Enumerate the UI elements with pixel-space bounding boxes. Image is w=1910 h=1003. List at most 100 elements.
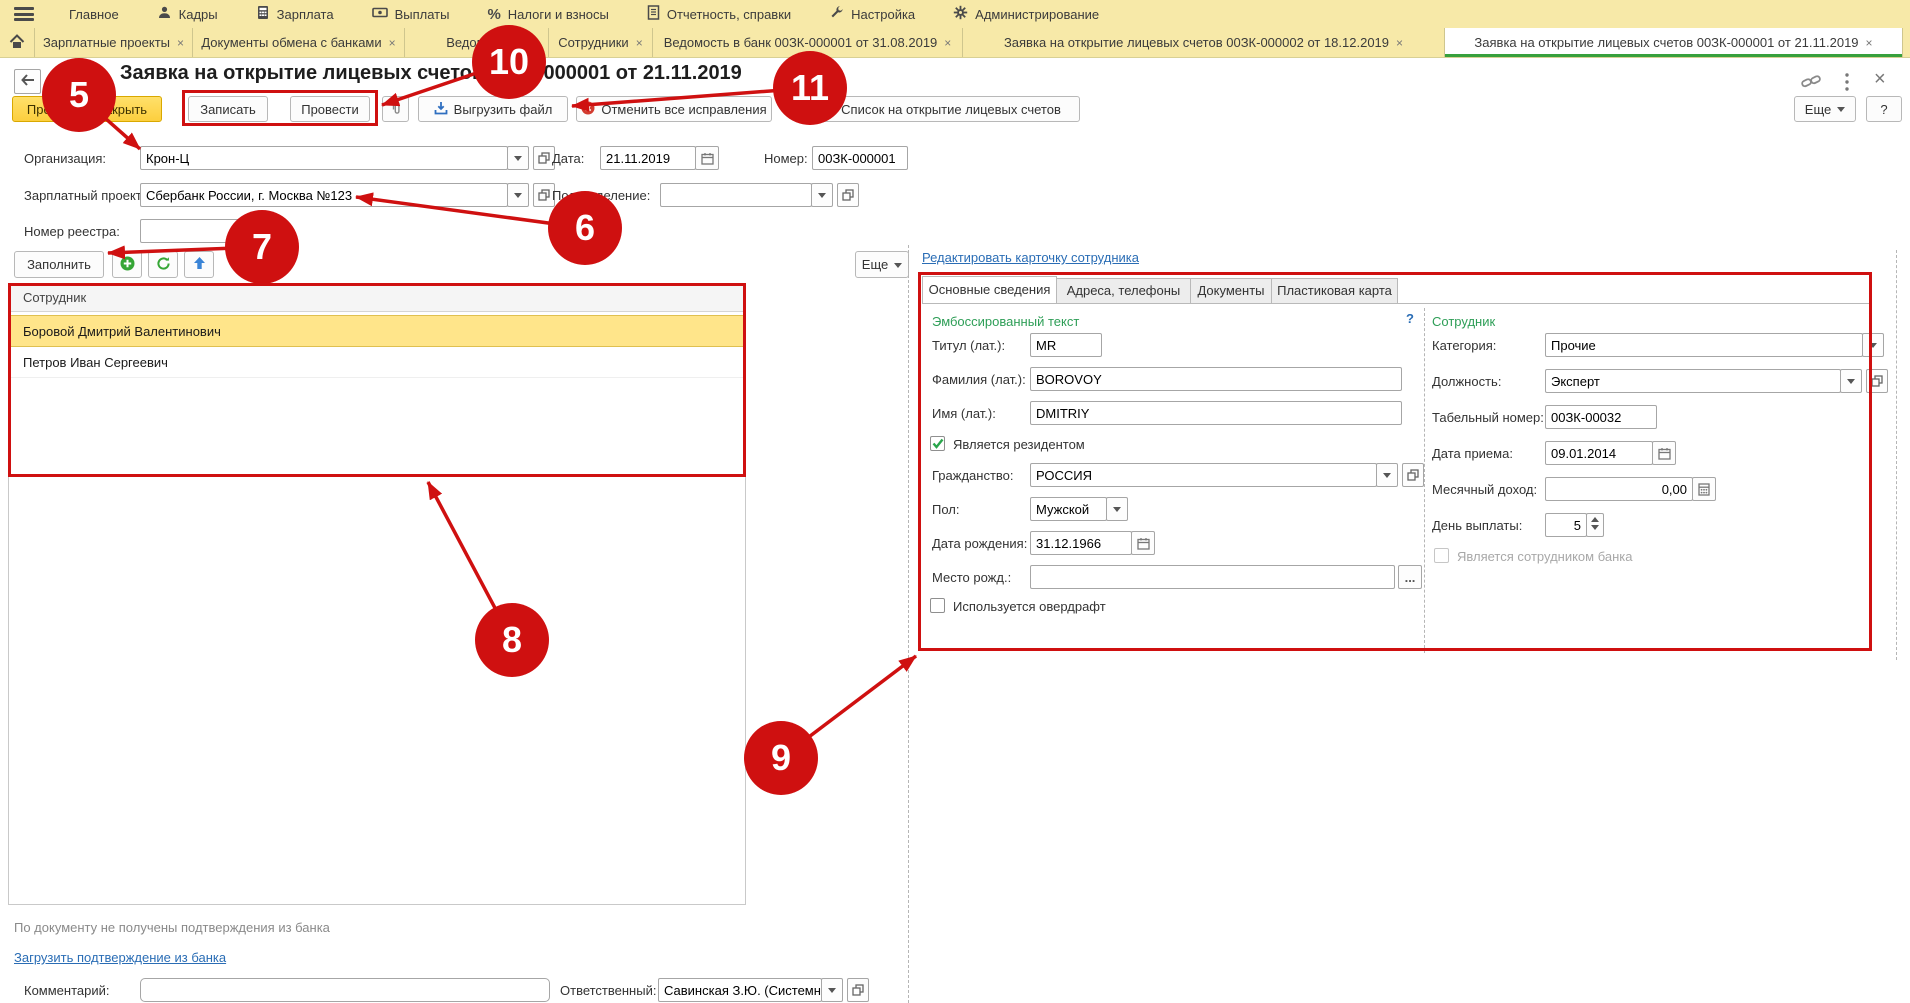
hire-date-calendar-button[interactable] (1652, 441, 1676, 465)
back-button[interactable] (14, 69, 41, 94)
menu-item-zarplata[interactable]: Зарплата (237, 0, 353, 28)
birthplace-field[interactable] (1030, 565, 1395, 589)
post-and-close-button[interactable]: Провести и закрыть (12, 96, 162, 122)
chain-icon[interactable] (1800, 72, 1822, 95)
close-icon[interactable]: × (1396, 36, 1403, 50)
birthdate-field[interactable]: 31.12.1966 (1030, 531, 1132, 555)
organization-dropdown-button[interactable] (507, 146, 529, 170)
close-icon[interactable]: × (636, 36, 643, 50)
menu-item-nastroika[interactable]: Настройка (810, 0, 934, 28)
menu-item-vyplaty[interactable]: Выплаты (353, 0, 469, 28)
tab-zarplatnye-proekty[interactable]: Зарплатные проекты× (35, 28, 193, 57)
hamburger-icon[interactable] (14, 7, 34, 21)
monthly-income-calculator-button[interactable] (1692, 477, 1716, 501)
close-icon[interactable]: × (389, 36, 396, 50)
department-field[interactable] (660, 183, 812, 207)
tab-zayavka-000001-active[interactable]: Заявка на открытие лицевых счетов 00ЗК-0… (1445, 28, 1903, 57)
registry-number-field[interactable] (140, 219, 252, 243)
citizenship-open-button[interactable] (1402, 463, 1424, 487)
tab-dokumenty-obmena[interactable]: Документы обмена с банками× (193, 28, 405, 57)
close-window-icon[interactable]: × (1874, 68, 1886, 91)
resident-checkbox[interactable] (930, 436, 945, 451)
tab-zayavka-000002[interactable]: Заявка на открытие лицевых счетов 00ЗК-0… (963, 28, 1445, 57)
organization-field[interactable]: Крон-Ц (140, 146, 508, 170)
hire-date-field[interactable]: 09.01.2014 (1545, 441, 1653, 465)
tab-main-info[interactable]: Основные сведения (922, 276, 1057, 304)
category-field[interactable]: Прочие (1545, 333, 1863, 357)
lastname-lat-field[interactable]: BOROVOY (1030, 367, 1402, 391)
list-more-button[interactable]: Еще (855, 251, 909, 278)
title-lat-field[interactable]: MR (1030, 333, 1102, 357)
menu-item-kadry[interactable]: Кадры (138, 0, 237, 28)
number-field[interactable]: 00ЗК-000001 (812, 146, 908, 170)
table-row[interactable]: Петров Иван Сергеевич (9, 347, 745, 378)
responsible-open-button[interactable] (847, 978, 869, 1002)
overdraft-label[interactable]: Используется овердрафт (953, 599, 1106, 614)
responsible-dropdown-button[interactable] (821, 978, 843, 1002)
firstname-lat-field[interactable]: DMITRIY (1030, 401, 1402, 425)
tab-addresses-phones[interactable]: Адреса, телефоны (1057, 278, 1191, 304)
cancel-icon (581, 101, 595, 118)
date-label: Дата: (552, 151, 584, 166)
pane-splitter[interactable] (908, 245, 909, 1003)
add-row-button[interactable] (112, 251, 142, 278)
tab-documents[interactable]: Документы (1191, 278, 1272, 304)
citizenship-field[interactable]: РОССИЯ (1030, 463, 1377, 487)
move-up-button[interactable] (184, 251, 214, 278)
birthplace-ellipsis-button[interactable]: ... (1398, 565, 1422, 589)
edit-employee-card-link[interactable]: Редактировать карточку сотрудника (922, 250, 1139, 265)
help-button[interactable]: ? (1866, 96, 1902, 122)
close-icon[interactable]: × (944, 36, 951, 50)
department-dropdown-button[interactable] (811, 183, 833, 207)
salary-project-field[interactable]: Сбербанк России, г. Москва №123 (140, 183, 508, 207)
export-file-button[interactable]: Выгрузить файл (418, 96, 568, 122)
monthly-income-field[interactable]: 0,00 (1545, 477, 1693, 501)
category-dropdown-button[interactable] (1862, 333, 1884, 357)
citizenship-dropdown-button[interactable] (1376, 463, 1398, 487)
date-calendar-button[interactable] (695, 146, 719, 170)
responsible-field[interactable]: Савинская З.Ю. (Системн (658, 978, 822, 1002)
attach-button[interactable] (382, 96, 409, 122)
salary-project-dropdown-button[interactable] (507, 183, 529, 207)
tab-vedomost-v-bank[interactable]: Ведомость в банк 00ЗК-000001 от 31.08.20… (653, 28, 963, 57)
tab-plastic-card[interactable]: Пластиковая карта (1272, 278, 1398, 304)
birthdate-calendar-button[interactable] (1131, 531, 1155, 555)
date-field[interactable]: 21.11.2019 (600, 146, 696, 170)
load-confirmation-link[interactable]: Загрузить подтверждение из банка (14, 950, 226, 965)
post-button[interactable]: Провести (290, 96, 370, 122)
refresh-button[interactable] (148, 251, 178, 278)
menu-item-main[interactable]: Главное (50, 0, 138, 28)
page-title: Заявка на открытие лицевых счетов 00ЗК-0… (120, 62, 742, 85)
position-field[interactable]: Эксперт (1545, 369, 1841, 393)
save-button[interactable]: Записать (188, 96, 268, 122)
tab-sotrudniki[interactable]: Сотрудники× (549, 28, 653, 57)
fill-button[interactable]: Заполнить (14, 251, 104, 278)
menu-item-otchetnost[interactable]: Отчетность, справки (628, 0, 810, 28)
kebab-icon[interactable] (1844, 72, 1850, 95)
table-row-selected[interactable]: Боровой Дмитрий Валентинович (9, 315, 745, 347)
gender-dropdown-button[interactable] (1106, 497, 1128, 521)
menu-item-administrirovanie[interactable]: Администрирование (934, 0, 1118, 28)
overdraft-checkbox[interactable] (930, 598, 945, 613)
position-dropdown-button[interactable] (1840, 369, 1862, 393)
card-help-icon[interactable]: ? (1406, 311, 1414, 326)
close-icon[interactable]: × (500, 36, 507, 50)
employees-column-header[interactable]: Сотрудник (9, 284, 745, 312)
department-open-button[interactable] (837, 183, 859, 207)
resident-label[interactable]: Является резидентом (953, 437, 1085, 452)
personnel-number-field[interactable]: 00ЗК-00032 (1545, 405, 1657, 429)
comment-field[interactable] (140, 978, 550, 1002)
calculator-icon (256, 5, 270, 23)
home-tab[interactable] (0, 28, 35, 57)
menu-item-nalogi[interactable]: % Налоги и взносы (468, 0, 627, 28)
form-more-button[interactable]: Еще (1794, 96, 1856, 122)
close-icon[interactable]: × (177, 36, 184, 50)
cancel-all-corrections-button[interactable]: Отменить все исправления (576, 96, 772, 122)
payout-day-spinner[interactable] (1586, 513, 1604, 537)
tab-vedomosti[interactable]: Ведомо× (405, 28, 549, 57)
payout-day-field[interactable]: 5 (1545, 513, 1587, 537)
close-icon[interactable]: × (1866, 36, 1873, 50)
gender-field[interactable]: Мужской (1030, 497, 1107, 521)
open-accounts-list-button[interactable]: Список на открытие лицевых счетов (804, 96, 1080, 122)
position-open-button[interactable] (1866, 369, 1888, 393)
